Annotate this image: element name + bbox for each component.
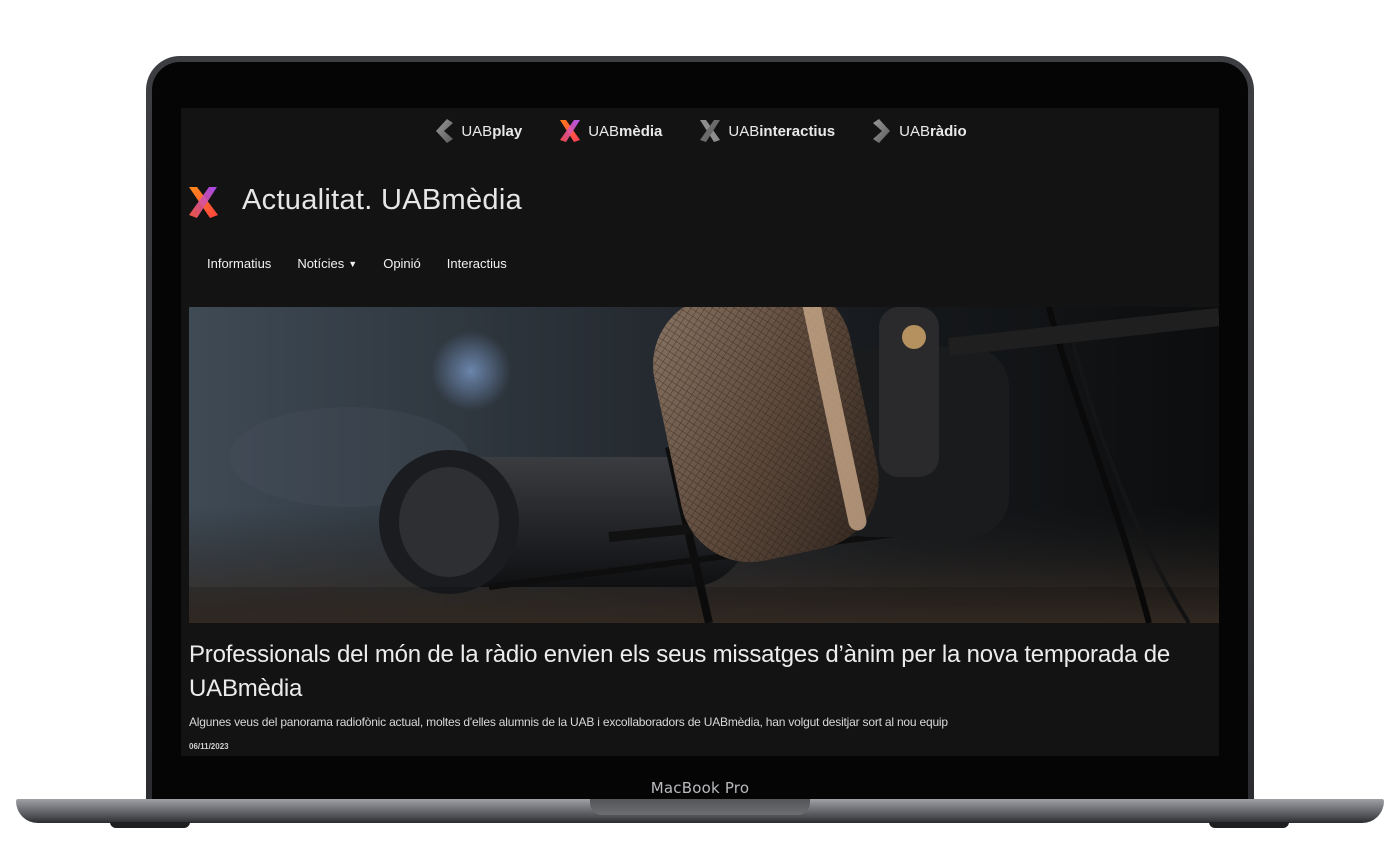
laptop-foot-left [110,822,190,828]
uabmedia-x-icon [560,120,581,142]
brand-link-uabinteractius[interactable]: UABinteractius [698,118,835,144]
article-headline[interactable]: Professionals del món de la ràdio envien… [189,638,1199,706]
main-menu: Informatius Notícies ▼ Opinió Interactius [207,256,507,271]
browser-screen: UABplay UABmèdia UABinteractius UABràdio… [181,108,1219,756]
menu-item-informatius[interactable]: Informatius [207,256,271,271]
brand-link-uabradio[interactable]: UABràdio [871,118,967,144]
laptop-foot-right [1209,822,1289,828]
article-summary: Algunes veus del panorama radiofònic act… [189,715,948,729]
site-title[interactable]: Actualitat. UABmèdia [242,184,522,217]
menu-item-noticies-label: Notícies [297,256,345,271]
menu-item-interactius[interactable]: Interactius [447,256,507,271]
brand-link-uabmedia[interactable]: UABmèdia [558,118,662,144]
article-date: 06/11/2023 [189,742,229,751]
uabplay-chevron-icon [436,119,454,143]
site-logo[interactable] [187,182,221,222]
brand-link-uabplay[interactable]: UABplay [433,118,522,144]
laptop-notch [590,799,810,815]
device-label: MacBook Pro [650,779,750,797]
uabinteractius-x-icon [700,120,721,142]
menu-item-noticies[interactable]: Notícies ▼ [297,256,357,271]
menu-item-opinio[interactable]: Opinió [383,256,421,271]
uabradio-chevron-icon [873,119,891,143]
uabmedia-logo-icon [189,187,218,218]
uab-network-nav: UABplay UABmèdia UABinteractius UABràdio [181,108,1219,154]
hero-image-microphone[interactable] [189,307,1219,623]
caret-down-icon: ▼ [348,259,358,269]
microphone-photo [189,307,1219,623]
